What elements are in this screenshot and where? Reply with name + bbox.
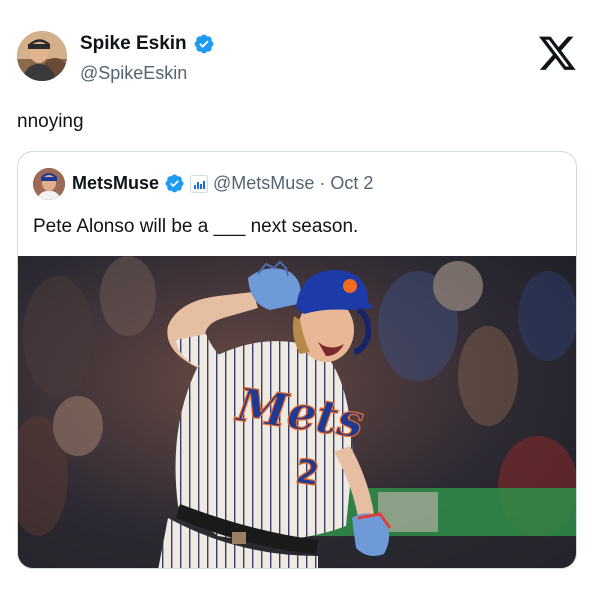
author-name[interactable]: Spike Eskin	[80, 33, 187, 55]
quote-author-handle[interactable]: @MetsMuse	[213, 173, 314, 194]
quote-text: Pete Alonso will be a ___ next season.	[33, 216, 359, 237]
quote-author-name[interactable]: MetsMuse	[72, 173, 159, 194]
x-logo-icon[interactable]	[539, 36, 577, 72]
separator-dot: ·	[319, 173, 326, 193]
avatar[interactable]	[17, 31, 67, 81]
tweet-text: nnoying	[17, 111, 84, 132]
quoted-tweet-card[interactable]: MetsMuse @MetsMuse · Oct 2 Pete Alonso w…	[17, 151, 577, 569]
affiliate-badge-icon[interactable]	[190, 174, 209, 193]
player-figure: Mets 2	[158, 260, 392, 568]
verified-badge-icon	[194, 34, 214, 54]
quote-date[interactable]: Oct 2	[330, 173, 373, 194]
author-handle[interactable]: @SpikeEskin	[80, 63, 187, 84]
author-name-row[interactable]: Spike Eskin	[80, 33, 215, 55]
verified-badge-icon	[165, 174, 184, 193]
quote-photo[interactable]: Mets 2	[18, 256, 576, 568]
quote-avatar[interactable]	[33, 168, 65, 200]
quote-header: MetsMuse @MetsMuse · Oct 2	[72, 173, 373, 194]
